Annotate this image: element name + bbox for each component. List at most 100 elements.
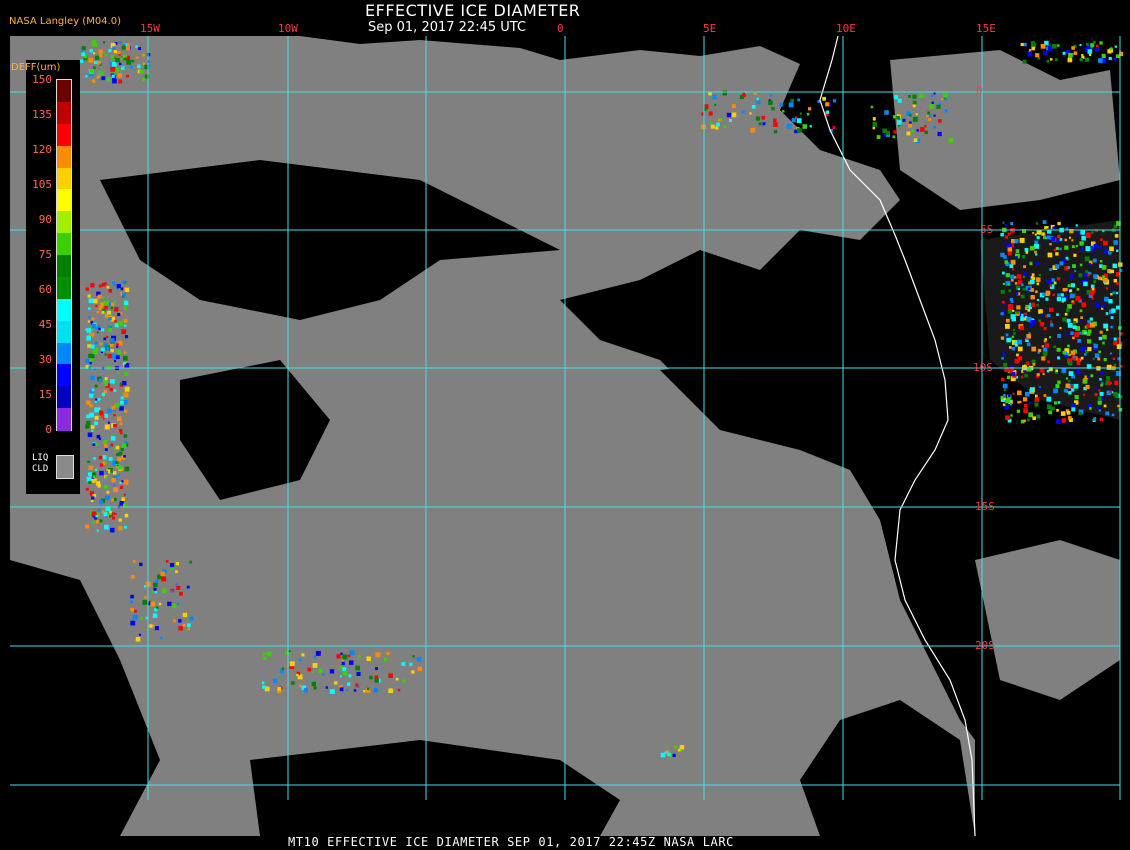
ice-cloud-pixel [718,118,721,122]
ice-cloud-pixel [87,460,90,463]
ice-cloud-pixel [94,384,98,388]
ice-cloud-pixel [90,425,95,429]
ice-cloud-pixel [161,576,167,582]
ice-cloud-pixel [1024,247,1029,252]
ice-cloud-pixel [121,468,124,471]
longitude-label: 0 [557,22,564,35]
ice-cloud-pixel [416,657,422,662]
ice-cloud-pixel [1023,408,1028,413]
ice-cloud-pixel [88,298,94,304]
ice-cloud-pixel [1061,368,1067,373]
ice-cloud-pixel [104,377,108,381]
ice-cloud-pixel [345,688,348,692]
ice-cloud-pixel [1036,414,1041,419]
ice-cloud-pixel [133,560,136,563]
ice-cloud-pixel [94,468,98,471]
ice-cloud-pixel [1062,317,1067,322]
ice-cloud-pixel [1032,416,1036,420]
ice-cloud-pixel [788,102,794,108]
ice-cloud-pixel [1093,274,1098,279]
ice-cloud-pixel [1074,395,1079,400]
ice-cloud-pixel [1035,394,1038,398]
ice-cloud-pixel [1095,44,1099,48]
ice-cloud-pixel [1010,300,1014,304]
ice-cloud-pixel [1007,304,1013,310]
ice-cloud-pixel [751,105,756,109]
ice-cloud-pixel [1098,350,1102,354]
ice-cloud-pixel [89,393,94,398]
ice-cloud-pixel [1004,260,1009,264]
ice-cloud-pixel [108,48,112,53]
ice-cloud-pixel [85,524,89,529]
ice-cloud-pixel [94,478,97,481]
ice-cloud-pixel [1087,49,1093,54]
ice-cloud-pixel [1008,289,1012,293]
ice-cloud-pixel [926,114,929,118]
ice-cloud-pixel [114,320,117,323]
ice-cloud-pixel [171,590,174,593]
ice-cloud-pixel [113,487,119,493]
ice-cloud-pixel [896,115,900,120]
ice-cloud-pixel [1057,356,1061,360]
ice-cloud-pixel [121,57,124,60]
ice-cloud-pixel [93,298,98,304]
ice-cloud-pixel [106,76,111,82]
ice-cloud-pixel [1099,378,1102,381]
ice-cloud-pixel [336,654,341,659]
ice-cloud-pixel [115,445,120,450]
ice-cloud-pixel [123,400,128,405]
ice-cloud-pixel [262,685,266,689]
ice-cloud-pixel [114,360,117,363]
ice-cloud-pixel [105,495,110,501]
legend-tick-label: 45 [38,318,52,331]
ice-cloud-pixel [113,423,117,428]
ice-cloud-pixel [1111,413,1115,417]
ice-cloud-pixel [339,687,344,692]
ice-cloud-pixel [929,104,934,109]
satellite-map [0,0,1130,850]
ice-cloud-pixel [1024,391,1030,397]
ice-cloud-pixel [1062,288,1067,292]
legend-tick-label: 135 [32,108,52,121]
ice-cloud-pixel [1106,376,1110,380]
ice-cloud-pixel [1084,256,1090,262]
ice-cloud-pixel [1097,400,1102,405]
ice-cloud-pixel [291,681,295,685]
ice-cloud-pixel [112,46,116,50]
ice-cloud-pixel [1085,270,1089,274]
ice-cloud-pixel [130,594,134,599]
ice-cloud-pixel [386,652,390,655]
ice-cloud-pixel [1027,275,1031,278]
ice-cloud-pixel [1097,357,1101,361]
ice-cloud-pixel [1000,289,1005,294]
ice-cloud-pixel [1024,404,1028,408]
ice-cloud-pixel [88,472,92,477]
ice-cloud-pixel [1047,313,1051,318]
ice-cloud-pixel [1109,337,1112,341]
ice-cloud-pixel [1040,313,1044,317]
ice-cloud-pixel [89,49,93,53]
ice-cloud-pixel [124,525,127,529]
ice-cloud-pixel [103,512,108,517]
ice-cloud-pixel [1020,294,1025,299]
ice-cloud-pixel [173,619,176,623]
ice-cloud-pixel [1076,288,1080,291]
ice-cloud-pixel [1088,263,1091,266]
ice-cloud-pixel [329,689,335,694]
ice-cloud-pixel [112,512,115,515]
ice-cloud-pixel [1063,388,1068,393]
ice-cloud-pixel [109,445,112,448]
ice-cloud-pixel [1113,337,1117,341]
ice-cloud-pixel [1000,377,1005,382]
ice-cloud-pixel [1074,270,1077,273]
ice-cloud-pixel [884,110,889,115]
ice-cloud-pixel [672,753,676,757]
ice-cloud-pixel [1093,344,1098,349]
ice-cloud-pixel [120,396,124,400]
ice-cloud-pixel [1057,401,1061,404]
ice-cloud-pixel [124,287,130,292]
ice-cloud-pixel [802,124,808,129]
ice-cloud-pixel [107,310,111,315]
ice-cloud-pixel [373,688,379,693]
color-legend: DEFF(um) 150 135 120 105 90 75 60 45 30 15 0 LIQ C… [11,60,80,494]
